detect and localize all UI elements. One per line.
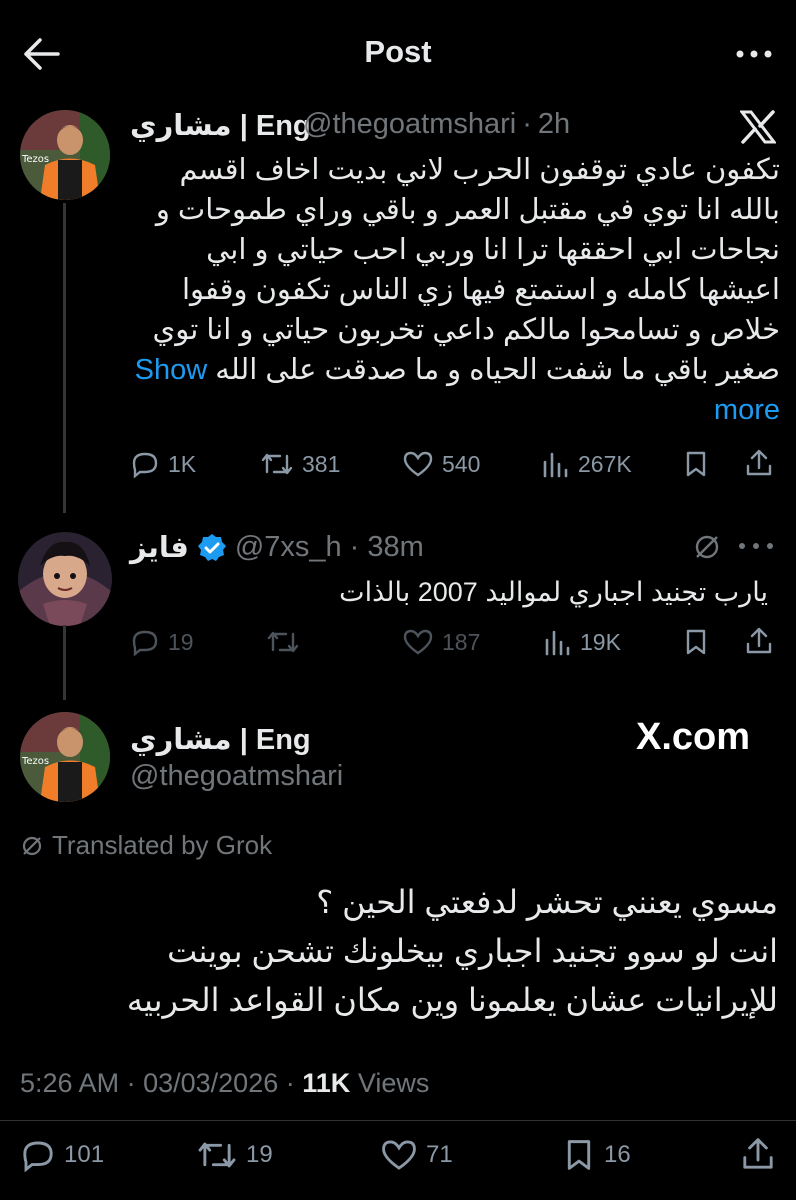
share-icon: [743, 1138, 773, 1169]
translate-icon[interactable]: [692, 532, 722, 562]
translation-notice[interactable]: Translated by Grok: [20, 830, 272, 861]
reply-button[interactable]: 101: [20, 1138, 104, 1172]
post-time[interactable]: 5:26 AM: [20, 1068, 119, 1098]
reply-icon: [132, 630, 158, 656]
avatar[interactable]: Tezos: [20, 712, 110, 802]
reply-count: 101: [64, 1141, 105, 1168]
bookmark-count: 16: [604, 1141, 631, 1168]
more-options-button[interactable]: [732, 44, 776, 64]
post-text: يارب تجنيد اجباري لمواليد 2007 بالذات: [339, 577, 768, 607]
separator: ·: [522, 108, 532, 140]
translate-icon: [22, 836, 42, 855]
ellipsis-icon: [736, 50, 772, 58]
views-button[interactable]: 19K: [542, 628, 621, 656]
bookmark-button[interactable]: [682, 450, 710, 478]
repost-button[interactable]: [266, 628, 300, 656]
post-time[interactable]: 38m: [367, 531, 423, 564]
author-name[interactable]: فايز: [130, 530, 189, 565]
heart-icon: [403, 629, 433, 655]
like-button[interactable]: 71: [380, 1138, 453, 1172]
separator: ·: [349, 531, 360, 563]
analytics-icon: [545, 630, 570, 656]
reply-icon: [23, 1141, 53, 1172]
verified-badge-icon: [197, 533, 226, 561]
post-text: تكفون عادي توقفون الحرب لاني بديت اخاف ا…: [134, 154, 780, 426]
post-time[interactable]: 2h: [538, 108, 570, 141]
separator: ·: [285, 1068, 295, 1098]
view-count: 19K: [580, 628, 621, 655]
repost-count: 381: [302, 450, 341, 477]
repost-count: 19: [246, 1141, 273, 1168]
thread-line: [63, 203, 66, 513]
like-count: 187: [442, 628, 481, 655]
avatar-image: Tezos: [20, 110, 110, 200]
views-button[interactable]: 267K: [540, 450, 632, 478]
like-count: 71: [426, 1141, 453, 1168]
svg-text:Tezos: Tezos: [21, 756, 49, 767]
author-handle[interactable]: @thegoatmshari: [303, 108, 516, 141]
author-name[interactable]: مشاري | Eng: [130, 722, 311, 757]
repost-icon: [198, 1142, 236, 1168]
views-label: Views: [357, 1068, 430, 1098]
post-text-line: للإيرانيات عشان يعلمونا وين مكان القواعد…: [126, 982, 778, 1018]
bookmark-icon: [686, 629, 706, 655]
avatar[interactable]: Tezos: [20, 110, 110, 200]
repost-icon: [267, 631, 299, 653]
svg-text:Tezos: Tezos: [21, 154, 49, 165]
share-icon: [746, 627, 772, 654]
post-text-line: مسوي يعنني تحشر لدفعتي الحين ؟: [316, 884, 778, 920]
repost-icon: [261, 453, 293, 475]
share-icon: [746, 449, 772, 476]
post-date[interactable]: 03/03/2026: [143, 1068, 278, 1098]
reply-button[interactable]: 19: [130, 628, 194, 656]
avatar[interactable]: [18, 532, 112, 626]
separator: ·: [126, 1068, 136, 1098]
bookmark-button[interactable]: [682, 628, 710, 656]
reply-icon: [132, 452, 158, 478]
repost-button[interactable]: 19: [196, 1138, 273, 1172]
page-title: Post: [364, 34, 432, 69]
bookmark-icon: [567, 1140, 591, 1170]
reply-count: 1K: [168, 450, 197, 477]
reply-button[interactable]: 1K: [130, 450, 196, 478]
like-count: 540: [442, 450, 481, 477]
repost-button[interactable]: 381: [260, 450, 340, 478]
author-name[interactable]: مشاري | Eng: [130, 108, 311, 143]
views-count: 11K: [302, 1068, 351, 1098]
x-logo-icon: [740, 110, 776, 144]
divider: [0, 1120, 796, 1121]
ellipsis-icon: [739, 543, 773, 549]
heart-icon: [382, 1140, 416, 1170]
thread-line: [63, 625, 66, 700]
brand-label: X.com: [636, 716, 751, 758]
like-button[interactable]: 540: [402, 450, 480, 478]
author-handle[interactable]: @thegoatmshari: [130, 760, 343, 793]
post-text: مسوي يعنني تحشر لدفعتي الحين ؟ انت لو سو…: [20, 878, 778, 1025]
share-button[interactable]: [744, 626, 774, 656]
share-button[interactable]: [740, 1136, 776, 1172]
bookmark-button[interactable]: 16: [562, 1138, 631, 1172]
post-timestamp: 5:26 AM · 03/03/2026 · 11K Views: [20, 1068, 429, 1099]
analytics-icon: [543, 452, 568, 478]
view-count: 267K: [578, 450, 632, 477]
reply-count: 19: [168, 628, 194, 655]
heart-icon: [403, 451, 433, 477]
more-options-button[interactable]: [736, 536, 776, 556]
avatar-image: Tezos: [20, 712, 110, 802]
share-button[interactable]: [744, 448, 774, 478]
author-handle[interactable]: @7xs_h: [235, 531, 342, 564]
translated-label: Translated by Grok: [52, 830, 273, 860]
post-text-line: انت لو سوو تجنيد اجباري بيخلونك تشحن بوي…: [167, 933, 778, 969]
bookmark-icon: [686, 451, 706, 477]
avatar-image: [18, 532, 112, 626]
like-button[interactable]: 187: [402, 628, 480, 656]
